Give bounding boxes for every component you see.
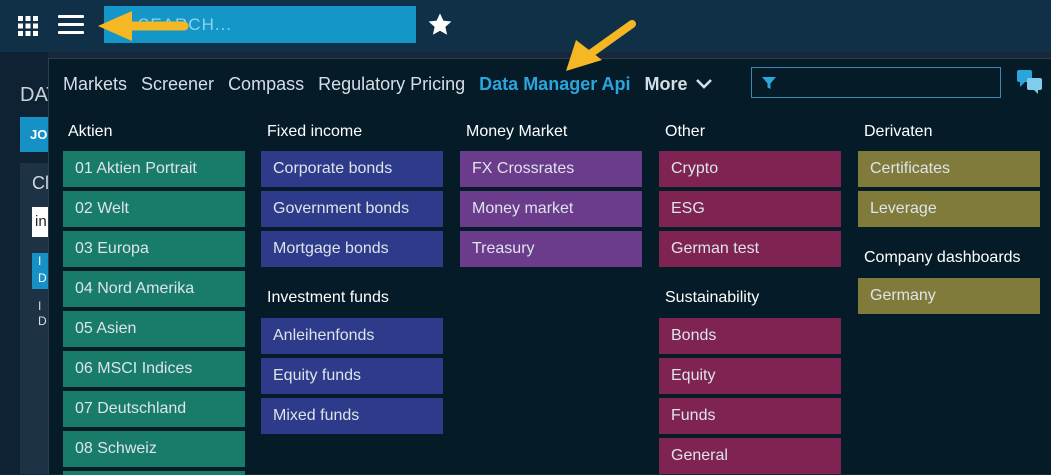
menu-item-equity-funds[interactable]: Equity funds	[261, 358, 443, 394]
menu-item-esg[interactable]: ESG	[659, 191, 841, 227]
menu-item-welt[interactable]: 02 Welt	[63, 191, 245, 227]
menu-item-certificates[interactable]: Certificates	[858, 151, 1040, 187]
nav-item-data-manager-api[interactable]: Data Manager Api	[479, 74, 630, 95]
menu-item-germany[interactable]: Germany	[858, 278, 1040, 314]
menu-item-next[interactable]	[63, 471, 245, 475]
menu-item-corporate-bonds[interactable]: Corporate bonds	[261, 151, 443, 187]
menu-item-aktien-portrait[interactable]: 01 Aktien Portrait	[63, 151, 245, 187]
menu-item-sustainability-equity[interactable]: Equity	[659, 358, 841, 394]
menu-item-sustainability-general[interactable]: General	[659, 438, 841, 474]
top-bar: SEARCH...	[0, 0, 1051, 52]
nav-item-markets[interactable]: Markets	[63, 74, 127, 95]
menu-item-german-test[interactable]: German test	[659, 231, 841, 267]
menu-filter-input[interactable]	[751, 67, 1001, 98]
chevron-down-icon	[695, 79, 712, 89]
menu-item-sustainability-funds[interactable]: Funds	[659, 398, 841, 434]
mega-menu: Markets Screener Compass Regulatory Pric…	[48, 58, 1051, 475]
section-title-fixed-income: Fixed income	[267, 123, 363, 140]
menu-item-treasury[interactable]: Treasury	[460, 231, 642, 267]
menu-item-crypto[interactable]: Crypto	[659, 151, 841, 187]
nav-more-button[interactable]: More	[645, 74, 712, 95]
nav-item-screener[interactable]: Screener	[141, 74, 214, 95]
menu-item-nord-amerika[interactable]: 04 Nord Amerika	[63, 271, 245, 307]
menu-item-leverage[interactable]: Leverage	[858, 191, 1040, 227]
menu-nav: Markets Screener Compass Regulatory Pric…	[63, 71, 712, 97]
background-card-title: Cl	[32, 173, 49, 193]
section-title-derivaten: Derivaten	[864, 123, 933, 140]
section-title-sustainability: Sustainability	[665, 289, 760, 306]
section-title-aktien: Aktien	[68, 123, 113, 140]
menu-item-anleihenfonds[interactable]: Anleihenfonds	[261, 318, 443, 354]
menu-item-asien[interactable]: 05 Asien	[63, 311, 245, 347]
background-card: Cl in I D I D	[20, 163, 52, 474]
menu-item-government-bonds[interactable]: Government bonds	[261, 191, 443, 227]
nav-item-regulatory-pricing[interactable]: Regulatory Pricing	[318, 74, 465, 95]
menu-item-msci-indices[interactable]: 06 MSCI Indices	[63, 351, 245, 387]
section-title-company-dashboards: Company dashboards	[864, 249, 1021, 266]
menu-item-schweiz[interactable]: 08 Schweiz	[63, 431, 245, 467]
background-list-item[interactable]: I D	[38, 299, 47, 329]
search-input[interactable]: SEARCH...	[104, 6, 416, 43]
menu-item-fx-crossrates[interactable]: FX Crossrates	[460, 151, 642, 187]
menu-item-mortgage-bonds[interactable]: Mortgage bonds	[261, 231, 443, 267]
section-title-money-market: Money Market	[466, 123, 568, 140]
filter-icon	[762, 77, 776, 89]
section-title-other: Other	[665, 123, 706, 140]
background-tab[interactable]: JO	[20, 117, 48, 152]
star-icon[interactable]	[426, 11, 454, 39]
section-title-investment-funds: Investment funds	[267, 289, 389, 306]
apps-grid-icon[interactable]	[18, 16, 38, 36]
menu-item-deutschland[interactable]: 07 Deutschland	[63, 391, 245, 427]
menu-item-mixed-funds[interactable]: Mixed funds	[261, 398, 443, 434]
nav-item-compass[interactable]: Compass	[228, 74, 304, 95]
chat-icon[interactable]	[1016, 69, 1044, 95]
nav-more-label: More	[644, 73, 688, 94]
menu-item-europa[interactable]: 03 Europa	[63, 231, 245, 267]
hamburger-menu-icon[interactable]	[58, 15, 84, 37]
menu-item-money-market[interactable]: Money market	[460, 191, 642, 227]
menu-item-sustainability-bonds[interactable]: Bonds	[659, 318, 841, 354]
